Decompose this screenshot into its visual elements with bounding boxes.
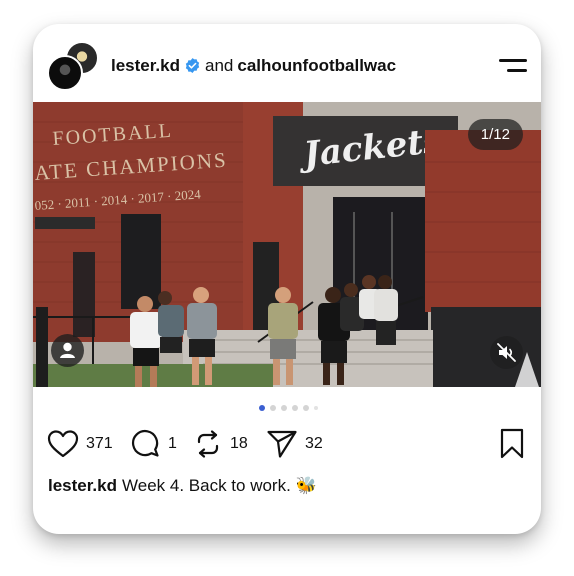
menu-icon-line bbox=[507, 69, 527, 72]
carousel-dot-active bbox=[259, 405, 265, 411]
person-tag-icon bbox=[60, 342, 75, 358]
collaborator-username[interactable]: calhounfootballwac bbox=[237, 56, 396, 75]
heart-icon bbox=[47, 430, 79, 458]
post-authors: lester.kd and calhounfootballwac bbox=[111, 56, 396, 76]
carousel-dot bbox=[270, 405, 276, 411]
caption-username[interactable]: lester.kd bbox=[48, 476, 117, 495]
comment-count: 1 bbox=[168, 435, 177, 452]
menu-button[interactable] bbox=[499, 57, 527, 75]
repost-count: 18 bbox=[230, 435, 248, 452]
media-counter: 1/12 bbox=[467, 119, 523, 150]
and-text: and bbox=[205, 56, 234, 75]
share-button[interactable]: 32 bbox=[266, 427, 323, 461]
carousel-dot bbox=[303, 405, 309, 411]
post-header: lester.kd and calhounfootballwac bbox=[33, 24, 541, 102]
bookmark-icon bbox=[500, 428, 524, 459]
comment-button[interactable]: 1 bbox=[131, 427, 177, 461]
verified-badge-icon bbox=[185, 58, 200, 73]
post-caption: lester.kd Week 4. Back to work. 🐝 bbox=[48, 476, 317, 496]
mute-button[interactable] bbox=[490, 336, 523, 369]
comment-icon bbox=[131, 429, 159, 457]
menu-icon-line bbox=[499, 59, 527, 62]
carousel-dot bbox=[281, 405, 287, 411]
post-media[interactable]: FOOTBALL ATE CHAMPIONS 052 · 2011 · 2014… bbox=[33, 102, 541, 387]
share-count: 32 bbox=[305, 435, 323, 452]
post-card: lester.kd and calhounfootballwac FOOTBAL… bbox=[33, 24, 541, 534]
post-actions: 371 1 18 32 bbox=[47, 427, 527, 461]
tagged-users-button[interactable] bbox=[51, 334, 84, 367]
avatar-stack[interactable] bbox=[47, 41, 99, 93]
repost-icon bbox=[197, 430, 219, 458]
author-avatar[interactable] bbox=[47, 55, 83, 91]
speaker-muted-icon bbox=[497, 343, 516, 362]
media-photo: FOOTBALL ATE CHAMPIONS 052 · 2011 · 2014… bbox=[33, 102, 541, 387]
caption-text: Week 4. Back to work. 🐝 bbox=[122, 476, 317, 495]
author-username[interactable]: lester.kd bbox=[111, 56, 180, 75]
like-button[interactable]: 371 bbox=[47, 427, 113, 461]
save-button[interactable] bbox=[497, 427, 527, 461]
carousel-dot bbox=[292, 405, 298, 411]
repost-button[interactable]: 18 bbox=[193, 427, 248, 461]
like-count: 371 bbox=[86, 435, 113, 452]
send-icon bbox=[267, 430, 297, 458]
carousel-dot bbox=[314, 406, 318, 410]
